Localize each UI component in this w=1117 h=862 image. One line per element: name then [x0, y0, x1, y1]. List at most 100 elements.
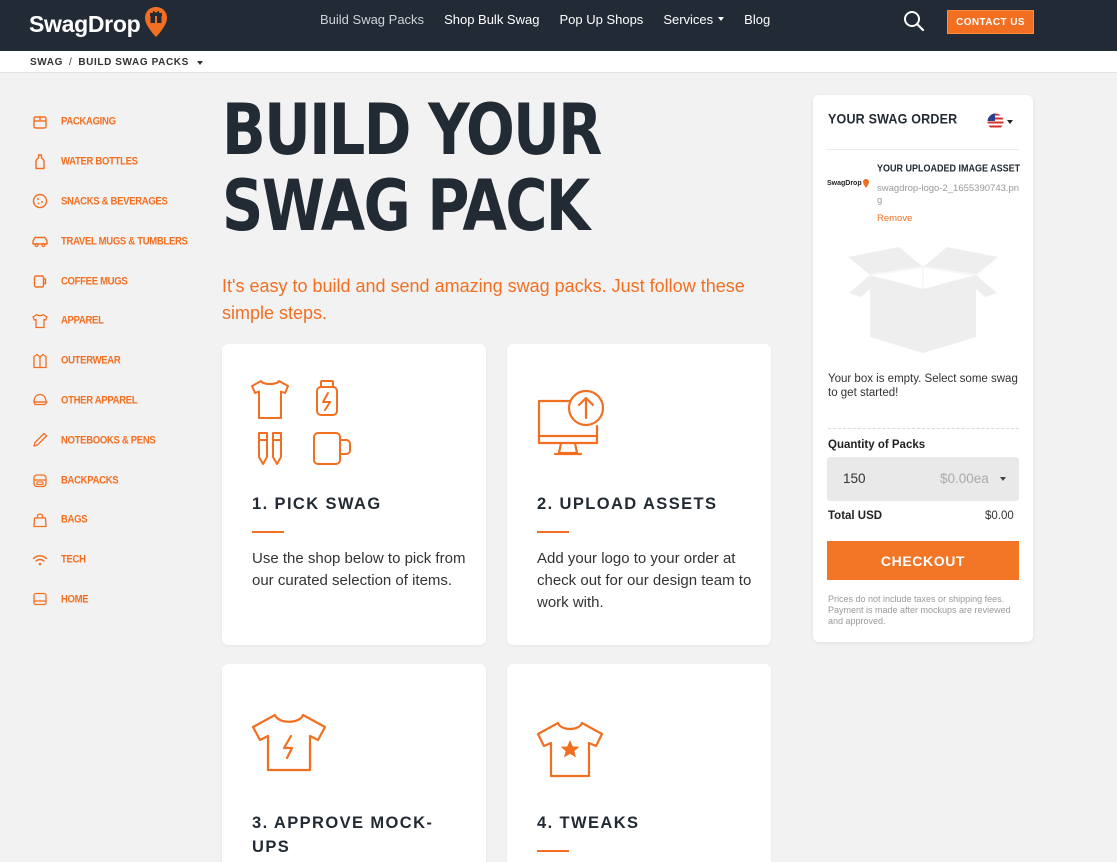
pen-icon [33, 433, 48, 447]
total-value: $0.00 [985, 510, 1014, 522]
asset-thumbnail: SwagDrop [827, 179, 869, 188]
chevron-down-icon [1007, 119, 1013, 124]
backpack-icon [33, 474, 47, 488]
swag-items-icon [250, 378, 354, 475]
sidebar-item-label: Tech [61, 553, 86, 566]
sidebar-item-label: Snacks & Beverages [61, 195, 168, 208]
sidebar-item-travel-mugs[interactable]: Travel Mugs & Tumblers [30, 221, 200, 261]
asset-thumbnail-text: SwagDrop [827, 180, 862, 187]
top-navbar: SwagDrop Build Swag Packs Shop Bulk Swag… [0, 0, 1117, 51]
cap-icon [33, 394, 48, 406]
sidebar-item-label: Packaging [61, 115, 116, 129]
chevron-down-icon[interactable] [196, 60, 203, 65]
sidebar-item-label: Travel Mugs & Tumblers [61, 234, 188, 248]
main-nav: Build Swag Packs Shop Bulk Swag Pop Up S… [320, 12, 790, 27]
step-title: 3. APPROVE MOCK-UPS [252, 814, 434, 856]
divider [828, 428, 1019, 429]
bottle-icon [35, 153, 45, 169]
step-divider [537, 531, 569, 533]
page-title-line-1: BUILD YOUR [222, 89, 602, 171]
search-icon[interactable] [903, 10, 925, 37]
logo-text: SwagDrop [29, 11, 141, 37]
jacket-icon [33, 353, 47, 368]
step-card-pick-swag: 1. PICK SWAG Use the shop below to pick … [222, 344, 486, 645]
swagdrop-logo[interactable]: SwagDrop [29, 6, 168, 43]
sidebar-item-water-bottles[interactable]: Water Bottles [30, 142, 200, 182]
nav-shop-bulk-swag[interactable]: Shop Bulk Swag [444, 12, 539, 27]
currency-selector[interactable] [987, 113, 1013, 130]
order-title: YOUR SWAG ORDER [828, 111, 958, 127]
sidebar-item-other-apparel[interactable]: Other Apparel [30, 381, 200, 421]
sidebar-item-label: Other Apparel [61, 394, 138, 407]
shirt-icon [32, 313, 48, 329]
sidebar-item-label: Coffee Mugs [61, 274, 128, 288]
sidebar-item-tech[interactable]: Tech [30, 540, 200, 580]
sidebar-item-apparel[interactable]: Apparel [30, 301, 200, 341]
gift-pin-icon [144, 6, 168, 43]
nav-pop-up-shops[interactable]: Pop Up Shops [559, 12, 643, 27]
pin-icon [862, 179, 869, 188]
swag-order-panel: YOUR SWAG ORDER SwagDrop YOUR UPLOADED I… [813, 95, 1033, 642]
nav-build-swag-packs[interactable]: Build Swag Packs [320, 12, 424, 27]
remove-asset-link[interactable]: Remove [877, 213, 912, 224]
sidebar-item-label: Water Bottles [61, 155, 138, 169]
wifi-icon [32, 554, 48, 565]
breadcrumb-bar: SWAG / BUILD SWAG PACKS [0, 51, 1117, 73]
step-card-tweaks: 4. TWEAKS [507, 664, 771, 862]
page-subtitle: It's easy to build and send amazing swag… [222, 276, 745, 323]
upload-monitor-icon [535, 389, 607, 465]
total-label: Total USD [828, 510, 883, 522]
nav-services-label: Services [663, 12, 714, 27]
sidebar-item-bags[interactable]: Bags [30, 500, 200, 540]
asset-title: YOUR UPLOADED IMAGE ASSET [877, 162, 1021, 174]
price-disclaimer: Prices do not include taxes or shipping … [828, 594, 1011, 626]
sidebar-item-coffee-mugs[interactable]: Coffee Mugs [30, 261, 200, 301]
nav-blog[interactable]: Blog [744, 12, 770, 27]
step-card-upload-assets: 2. UPLOAD ASSETS Add your logo to your o… [507, 344, 771, 645]
price-each: $0.00ea [940, 471, 989, 486]
sidebar-item-snacks[interactable]: Snacks & Beverages [30, 182, 200, 222]
nav-services[interactable]: Services [663, 12, 725, 27]
sidebar-item-label: Apparel [61, 314, 104, 328]
cookie-icon [32, 194, 48, 209]
page-title-line-2: SWAG PACK [222, 165, 590, 247]
step-card-approve-mockups: 3. APPROVE MOCK-UPS [222, 664, 486, 862]
breadcrumb: SWAG / BUILD SWAG PACKS [30, 57, 203, 68]
step-title: 1. PICK SWAG [252, 495, 382, 513]
empty-box-icon [847, 245, 999, 360]
breadcrumb-separator: / [68, 57, 73, 68]
sidebar-item-notebooks-pens[interactable]: Notebooks & Pens [30, 420, 200, 460]
sidebar-item-outerwear[interactable]: Outerwear [30, 341, 200, 381]
sidebar-item-label: Outerwear [61, 354, 121, 367]
breadcrumb-root[interactable]: SWAG [30, 57, 63, 68]
sidebar-item-label: Bags [61, 513, 88, 527]
step-title: 2. UPLOAD ASSETS [537, 495, 718, 513]
asset-filename: swagdrop-logo-2_1655390743.png [877, 183, 1020, 206]
breadcrumb-current[interactable]: BUILD SWAG PACKS [78, 57, 189, 68]
step-description: Add your logo to your order at check out… [537, 550, 752, 611]
quantity-value: 150 [843, 471, 866, 486]
sidebar-item-label: Home [61, 593, 89, 606]
sidebar-item-home[interactable]: Home [30, 580, 200, 620]
bag-icon [33, 513, 47, 528]
checkout-button[interactable]: CHECKOUT [827, 541, 1019, 580]
chevron-down-icon [1000, 477, 1006, 481]
page-title: BUILD YOUR SWAG PACK [222, 89, 602, 247]
sidebar-item-label: Notebooks & Pens [61, 433, 156, 447]
sidebar-item-packaging[interactable]: Packaging [30, 102, 200, 142]
quantity-select[interactable]: 150 $0.00ea [827, 457, 1019, 501]
mug-icon [33, 275, 47, 288]
us-flag-icon [987, 113, 1004, 130]
contact-us-button[interactable]: CONTACT US [947, 10, 1034, 34]
step-title: 4. TWEAKS [537, 814, 640, 832]
step-divider [252, 531, 284, 533]
home-icon [33, 593, 47, 606]
step-description: Use the shop below to pick from our cura… [252, 550, 466, 589]
sidebar-item-backpacks[interactable]: Backpacks [30, 460, 200, 500]
divider [826, 149, 1019, 150]
step-divider [537, 850, 569, 852]
empty-box-message: Your box is empty. Select some swag to g… [828, 373, 1018, 399]
shirt-lightning-icon [250, 712, 328, 779]
shirt-star-icon [535, 720, 605, 785]
box-icon [33, 116, 47, 129]
